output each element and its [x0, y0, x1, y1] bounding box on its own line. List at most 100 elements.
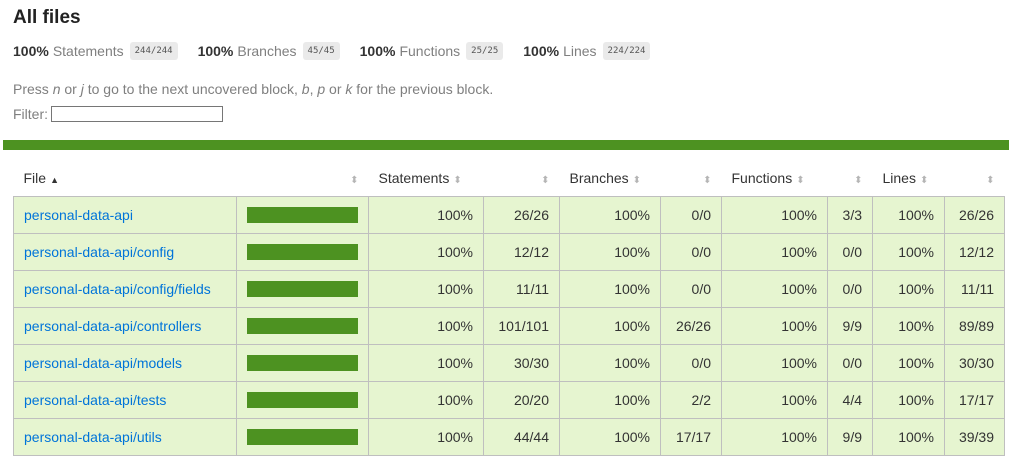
header-file[interactable]: File ▲	[14, 160, 237, 197]
sort-icon: ⬍	[986, 175, 995, 186]
lines-pct: 100%	[872, 418, 945, 456]
table-header-row: File ▲ ⬍ Statements ⬍ ⬍ Branches ⬍ ⬍ Functi…	[14, 160, 1005, 197]
page-title: All files	[13, 7, 81, 28]
table-row: personal-data-api/config/fields 100% 11/11…	[13, 270, 1005, 308]
statements-fraction: 12/12	[483, 233, 560, 271]
file-link[interactable]: personal-data-api/models	[24, 355, 182, 371]
summary-pct: 100%	[359, 43, 396, 59]
statements-pct: 100%	[368, 270, 484, 308]
coverage-bar-fill	[248, 282, 357, 296]
functions-pct: 100%	[721, 381, 828, 419]
lines-pct: 100%	[872, 344, 945, 382]
coverage-bar-fill	[248, 319, 357, 333]
coverage-bar-cell	[236, 418, 369, 456]
functions-pct: 100%	[721, 307, 828, 345]
sort-asc-icon: ▲	[50, 175, 59, 185]
branches-pct: 100%	[559, 270, 661, 308]
help-text: to go to the next uncovered block,	[83, 81, 302, 97]
coverage-summary: 100% Statements 244/244 100% Branches 45…	[13, 40, 996, 62]
statements-pct: 100%	[368, 381, 484, 419]
sort-icon: ⬍	[350, 175, 359, 186]
sort-icon: ⬍	[703, 175, 712, 186]
statements-fraction: 26/26	[483, 196, 560, 234]
summary-statements: 100% Statements 244/244	[13, 42, 178, 60]
header-statements[interactable]: Statements ⬍	[369, 160, 484, 197]
file-cell: personal-data-api	[13, 196, 237, 234]
summary-pct: 100%	[197, 43, 234, 59]
header-label: Branches	[569, 170, 629, 186]
coverage-bar-fill	[248, 208, 357, 222]
lines-fraction: 26/26	[944, 196, 1005, 234]
header-branches-raw[interactable]: ⬍	[661, 160, 722, 197]
file-link[interactable]: personal-data-api/utils	[24, 429, 162, 445]
file-link[interactable]: personal-data-api/config/fields	[24, 281, 211, 297]
table-body: personal-data-api 100% 26/26 100% 0/0 100% 3/3…	[13, 196, 1005, 456]
coverage-bar	[247, 355, 358, 371]
summary-fraction: 25/25	[466, 42, 504, 60]
lines-pct: 100%	[872, 307, 945, 345]
file-cell: personal-data-api/tests	[13, 381, 237, 419]
coverage-bar	[247, 244, 358, 260]
functions-fraction: 3/3	[827, 196, 873, 234]
file-link[interactable]: personal-data-api/tests	[24, 392, 166, 408]
header-label: Functions	[731, 170, 793, 186]
functions-fraction: 0/0	[827, 344, 873, 382]
file-cell: personal-data-api/config/fields	[13, 270, 237, 308]
branches-pct: 100%	[559, 381, 661, 419]
statements-fraction: 44/44	[483, 418, 560, 456]
lines-fraction: 12/12	[944, 233, 1005, 271]
coverage-bar-cell	[236, 307, 369, 345]
functions-pct: 100%	[721, 418, 828, 456]
table-row: personal-data-api/tests 100% 20/20 100% 2/2 1…	[13, 381, 1005, 419]
functions-fraction: 0/0	[827, 233, 873, 271]
coverage-bar-fill	[248, 430, 357, 444]
summary-pct: 100%	[13, 43, 49, 59]
functions-pct: 100%	[721, 344, 828, 382]
functions-pct: 100%	[721, 196, 828, 234]
header-statements-raw[interactable]: ⬍	[484, 160, 560, 197]
table-row: personal-data-api 100% 26/26 100% 0/0 100% 3/3…	[13, 196, 1005, 234]
lines-fraction: 17/17	[944, 381, 1005, 419]
sort-icon: ⬍	[854, 175, 863, 186]
file-cell: personal-data-api/config	[13, 233, 237, 271]
header-label: File	[23, 170, 47, 186]
coverage-bar-fill	[248, 393, 357, 407]
header-functions[interactable]: Functions ⬍	[722, 160, 828, 197]
functions-pct: 100%	[721, 270, 828, 308]
header-lines[interactable]: Lines ⬍	[873, 160, 945, 197]
header-branches[interactable]: Branches ⬍	[560, 160, 661, 197]
statements-pct: 100%	[368, 307, 484, 345]
branches-pct: 100%	[559, 418, 661, 456]
summary-branches: 100% Branches 45/45	[198, 42, 340, 60]
file-cell: personal-data-api/models	[13, 344, 237, 382]
branches-fraction: 0/0	[660, 233, 722, 271]
branches-fraction: 0/0	[660, 344, 722, 382]
statements-pct: 100%	[368, 344, 484, 382]
summary-label: Lines	[563, 43, 597, 59]
coverage-bar	[247, 429, 358, 445]
file-link[interactable]: personal-data-api/controllers	[24, 318, 201, 334]
lines-fraction: 11/11	[944, 270, 1005, 308]
lines-pct: 100%	[872, 196, 945, 234]
summary-functions: 100% Functions 25/25	[360, 42, 504, 60]
header-section: All files 100% Statements 244/244 100% B…	[0, 0, 1009, 125]
functions-fraction: 4/4	[827, 381, 873, 419]
header-coverage-bar[interactable]: ⬍	[237, 160, 369, 197]
statements-fraction: 20/20	[483, 381, 560, 419]
file-link[interactable]: personal-data-api	[24, 207, 133, 223]
sort-icon: ⬍	[632, 175, 642, 186]
coverage-bar-cell	[236, 381, 369, 419]
file-link[interactable]: personal-data-api/config	[24, 244, 174, 260]
help-key: p	[317, 81, 326, 97]
table-row: personal-data-api/controllers 100% 101/101…	[13, 307, 1005, 345]
summary-label: Statements	[52, 43, 124, 59]
filter-input[interactable]	[51, 106, 223, 122]
coverage-bar	[247, 318, 358, 334]
header-lines-raw[interactable]: ⬍	[945, 160, 1005, 197]
header-functions-raw[interactable]: ⬍	[828, 160, 873, 197]
status-line-high	[3, 140, 1009, 150]
header-label: Statements	[378, 170, 450, 186]
keyboard-help: Press n or j to go to the next uncovered…	[13, 80, 996, 98]
help-text: or	[60, 81, 81, 97]
statements-fraction: 30/30	[483, 344, 560, 382]
